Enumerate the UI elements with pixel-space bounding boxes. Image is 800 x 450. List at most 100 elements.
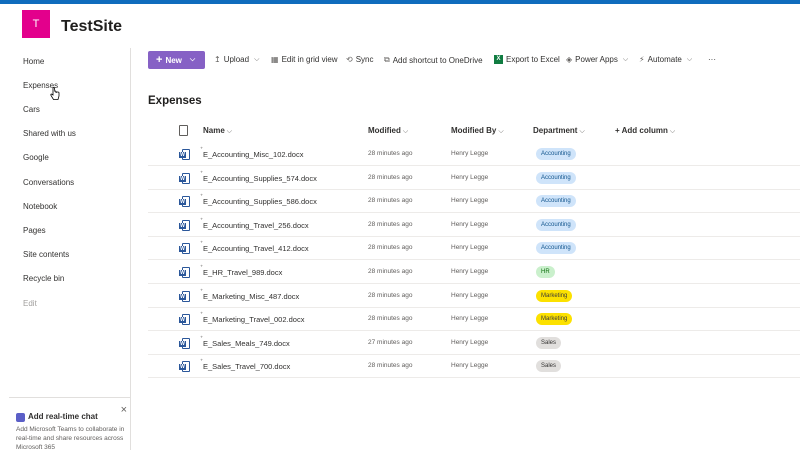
nav-item-recycle-bin[interactable]: Recycle bin [23,274,64,283]
power-apps-button[interactable]: ◈ Power Apps ⌵ [566,55,628,64]
excel-icon: X [494,55,503,64]
modified-cell: 28 minutes ago [368,220,413,228]
chevron-down-icon: ⌵ [254,55,260,63]
department-badge: Accounting [536,218,576,231]
department-badge: Accounting [536,195,576,208]
nav-item-shared-with-us[interactable]: Shared with us [23,129,76,138]
upload-icon: ↥ [214,55,221,64]
column-header-modified-by[interactable]: Modified By ⌵ [451,126,504,136]
chevron-down-icon: ⌵ [402,128,409,135]
edit-grid-button[interactable]: ▦ Edit in grid view [271,55,338,64]
upload-label: Upload [223,55,250,64]
department-badge: Marketing [536,313,573,326]
file-name-link[interactable]: E_Accounting_Travel_412.docx [203,244,309,253]
sync-button[interactable]: ⟲ Sync [346,55,374,64]
nav-item-edit[interactable]: Edit [23,299,37,308]
department-badge: Marketing [536,289,573,302]
automate-button[interactable]: ⚡ Automate ⌵ [639,55,692,64]
file-name-link[interactable]: E_Accounting_Misc_102.docx [203,150,303,159]
more-icon: ··· [708,55,716,64]
command-bar: + New ⌵ ↥ Upload ⌵ ▦ Edit in grid view ⟲… [131,48,800,73]
sync-icon: ⟲ [346,55,353,64]
file-name-link[interactable]: E_Accounting_Supplies_574.docx [203,174,317,183]
modified-by-cell[interactable]: Henry Legge [451,315,488,322]
table-row[interactable]: W ⁺ E_Accounting_Travel_412.docx 28 minutes… [148,237,800,261]
add-shortcut-label: Add shortcut to OneDrive [392,55,483,65]
site-title[interactable]: TestSite [61,18,122,36]
word-document-icon: W [179,337,190,349]
column-header-name[interactable]: Name ⌵ [203,126,232,136]
department-badge: HR [536,266,555,278]
add-column-button[interactable]: + Add column ⌵ [615,126,675,136]
close-icon[interactable]: × [121,404,127,416]
modified-by-cell[interactable]: Henry Legge [451,339,488,346]
modified-by-cell[interactable]: Henry Legge [451,221,488,228]
file-type-icon[interactable] [179,125,188,136]
table-row[interactable]: W ⁺ E_Marketing_Misc_487.docx 28 minutes ag… [148,285,800,308]
file-name-link[interactable]: E_Sales_Meals_749.docx [203,339,290,348]
column-header-department[interactable]: Department ⌵ [533,126,585,136]
file-name-link[interactable]: E_Accounting_Supplies_586.docx [203,197,317,206]
power-apps-label: Power Apps [575,55,618,64]
modified-by-cell[interactable]: Henry Legge [451,244,488,251]
plus-icon: + [615,126,622,135]
file-name-link[interactable]: E_Marketing_Travel_002.docx [203,315,304,324]
teams-icon [16,413,25,422]
file-name-link[interactable]: E_HR_Travel_989.docx [203,268,282,277]
modified-by-cell[interactable]: Henry Legge [451,292,488,299]
power-apps-icon: ◈ [566,55,573,64]
file-name-link[interactable]: E_Sales_Travel_700.docx [203,362,290,371]
nav-item-cars[interactable]: Cars [23,105,40,114]
chevron-down-icon: ⌵ [189,56,196,63]
table-row[interactable]: W ⁺ E_Sales_Meals_749.docx 27 minutes ago He… [148,332,800,355]
column-header-modified[interactable]: Modified ⌵ [368,126,408,136]
modified-cell: 28 minutes ago [368,150,413,157]
nav-item-site-contents[interactable]: Site contents [23,250,69,259]
automate-icon: ⚡ [639,55,645,64]
modified-by-cell[interactable]: Henry Legge [451,268,488,275]
modified-cell: 28 minutes ago [368,268,413,275]
add-shortcut-button[interactable]: ⧉ Add shortcut to OneDrive [384,55,483,65]
table-row[interactable]: W ⁺ E_Accounting_Supplies_574.docx 28 minut… [148,167,800,190]
word-document-icon: W [179,361,190,373]
nav-item-conversations[interactable]: Conversations [23,178,74,187]
nav-item-google[interactable]: Google [23,153,49,162]
nav-item-notebook[interactable]: Notebook [23,202,57,211]
modified-by-cell[interactable]: Henry Legge [451,174,488,181]
table-row[interactable]: W ⁺ E_Accounting_Supplies_586.docx 28 minut… [148,190,800,214]
department-badge: Accounting [536,171,576,184]
modified-by-cell[interactable]: Henry Legge [451,362,488,369]
modified-cell: 28 minutes ago [368,315,413,323]
chevron-down-icon: ⌵ [579,128,585,135]
modified-by-cell[interactable]: Henry Legge [451,150,488,157]
table-row[interactable]: W ⁺ E_Accounting_Travel_256.docx 28 minutes… [148,214,800,237]
teams-chat-panel: × Add real-time chat Add Microsoft Teams… [9,397,131,450]
modified-cell: 28 minutes ago [368,197,413,205]
file-name-link[interactable]: E_Accounting_Travel_256.docx [203,221,309,230]
site-logo[interactable]: T [22,10,50,38]
table-row[interactable]: W ⁺ E_HR_Travel_989.docx 28 minutes ago Henr… [148,261,800,284]
table-row[interactable]: W ⁺ E_Sales_Travel_700.docx 28 minutes ago H… [148,355,800,379]
table-row[interactable]: W ⁺ E_Accounting_Misc_102.docx 28 minutes a… [148,143,800,166]
export-excel-button[interactable]: X Export to Excel [494,55,560,64]
site-header: T TestSite [0,4,800,48]
plus-icon: + [156,53,163,66]
table-row[interactable]: W ⁺ E_Marketing_Travel_002.docx 28 minutes … [148,308,800,332]
modified-by-cell[interactable]: Henry Legge [451,197,488,204]
department-badge: Sales [536,360,562,373]
department-badge: Sales [536,336,562,349]
modified-cell: 28 minutes ago [368,244,413,252]
department-badge: Accounting [536,148,576,160]
left-navigation: Home Expenses Cars Shared with us Google… [0,48,131,450]
nav-item-pages[interactable]: Pages [23,226,46,235]
list-title: Expenses [148,95,202,107]
file-name-link[interactable]: E_Marketing_Misc_487.docx [203,292,299,301]
more-options-button[interactable]: ··· [708,55,716,64]
modified-cell: 28 minutes ago [368,173,413,181]
upload-button[interactable]: ↥ Upload ⌵ [214,55,259,64]
word-document-icon: W [179,243,190,255]
chat-title[interactable]: Add real-time chat [28,412,98,421]
new-button[interactable]: + New ⌵ [148,51,205,69]
nav-item-home[interactable]: Home [23,57,44,66]
grid-icon: ▦ [271,55,279,64]
